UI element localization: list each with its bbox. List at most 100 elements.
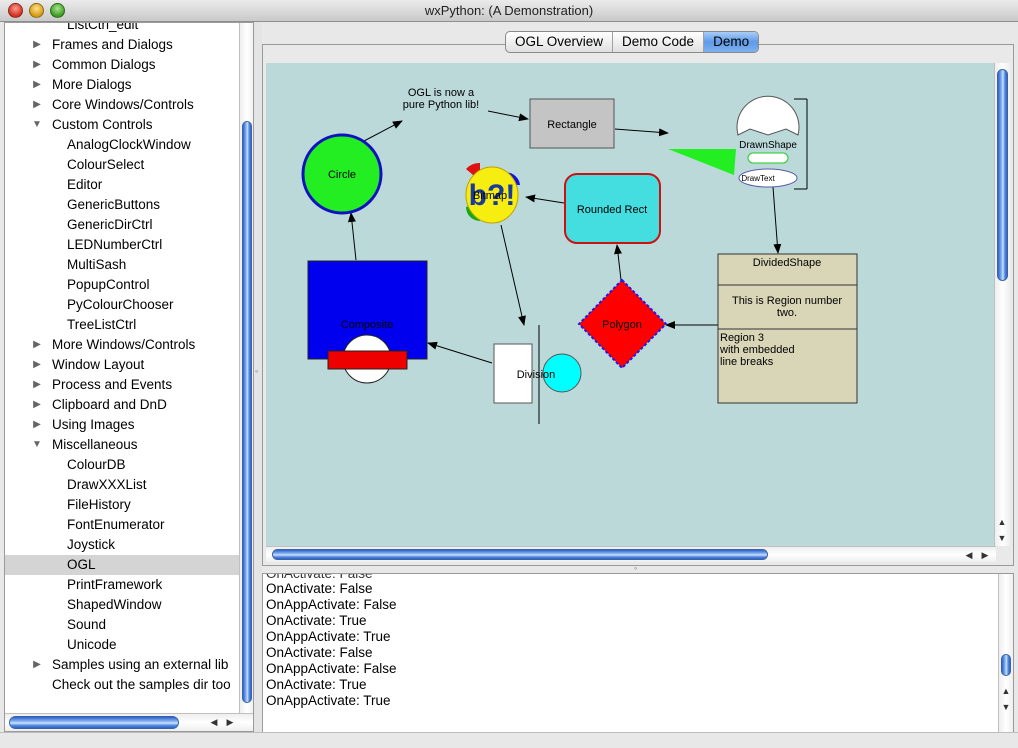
disclosure-right-icon[interactable]: ▶ [31, 95, 43, 115]
log-scroll-up-icon[interactable]: ▲ [999, 684, 1013, 698]
canvas-scroll-up-icon[interactable]: ▲ [995, 515, 1009, 529]
tree-item[interactable]: ▶ Process and Events [5, 375, 239, 395]
tree-item-label: More Dialogs [52, 77, 132, 92]
canvas-vertical-scrollbar[interactable]: ▲ ▼ [994, 63, 1010, 546]
tree-item[interactable]: Sound [5, 615, 239, 635]
tree-item[interactable]: ColourSelect [5, 155, 239, 175]
divided-region3-line2: with embedded [719, 344, 795, 356]
tree-item[interactable]: Joystick [5, 535, 239, 555]
tree-item-label: Unicode [67, 637, 117, 652]
tree-item[interactable]: TreeListCtrl [5, 315, 239, 335]
log-vertical-scroll-thumb[interactable] [1001, 654, 1011, 676]
log-scroll-down-icon[interactable]: ▼ [999, 700, 1013, 714]
disclosure-right-icon[interactable]: ▶ [31, 335, 43, 355]
tree-item[interactable]: MultiSash [5, 255, 239, 275]
status-bar [0, 732, 1018, 748]
tab-demo[interactable]: Demo [704, 32, 759, 52]
tree-item-label: TreeListCtrl [67, 317, 137, 332]
tree-item[interactable]: GenericDirCtrl [5, 215, 239, 235]
tree-item[interactable]: PrintFramework [5, 575, 239, 595]
tree-item-label: ColourSelect [67, 157, 145, 172]
tab-ogl-overview[interactable]: OGL Overview [506, 32, 614, 52]
canvas-scroll-right-icon[interactable]: ▶ [978, 548, 992, 562]
tree-item-label: PyColourChooser [67, 297, 174, 312]
tree-vertical-scrollbar[interactable] [239, 23, 253, 713]
disclosure-right-icon[interactable]: ▶ [31, 395, 43, 415]
composite-label: Composite [341, 319, 394, 331]
bitmap-shape[interactable]: b?! Bitmap [462, 162, 522, 225]
tree-item[interactable]: Editor [5, 175, 239, 195]
disclosure-right-icon[interactable]: ▶ [31, 75, 43, 95]
canvas-scroll-left-icon[interactable]: ◀ [962, 548, 976, 562]
tree-item-label: Custom Controls [52, 117, 153, 132]
ogl-canvas[interactable]: OGL is now a pure Python lib! Rectangle … [266, 63, 996, 546]
tree-item-label: Using Images [52, 417, 135, 432]
divided-region2-line1: This is Region number [732, 295, 842, 307]
tree-item[interactable]: ▶ Samples using an external lib [5, 655, 239, 675]
tree-item[interactable]: ▼ Custom Controls [5, 115, 239, 135]
horizontal-splitter-grip-icon[interactable]: ◦ [634, 563, 637, 573]
disclosure-right-icon[interactable]: ▶ [31, 375, 43, 395]
line-rounded-to-bitmap [525, 194, 565, 204]
tree-item[interactable]: ▶ Window Layout [5, 355, 239, 375]
tree-item[interactable]: LEDNumberCtrl [5, 235, 239, 255]
tree-item[interactable]: ▶ Common Dialogs [5, 55, 239, 75]
tree-item[interactable]: PyColourChooser [5, 295, 239, 315]
drawn-shape[interactable]: DrawnShape DrawText [668, 95, 808, 190]
tree-item[interactable]: ▶ More Windows/Controls [5, 335, 239, 355]
tree-item-label: More Windows/Controls [52, 337, 196, 352]
tree-horizontal-scroll-thumb[interactable] [9, 716, 179, 729]
notebook-tabs: OGL Overview Demo Code Demo [505, 31, 760, 53]
log-vertical-scrollbar[interactable]: ▲ ▼ [998, 574, 1013, 732]
scroll-left-icon[interactable]: ◀ [207, 715, 221, 729]
canvas-scroll-down-icon[interactable]: ▼ [995, 531, 1009, 545]
tree-item-label: ColourDB [67, 457, 126, 472]
ogl-diagram: OGL is now a pure Python lib! Rectangle … [301, 87, 858, 424]
canvas-vertical-scroll-thumb[interactable] [997, 69, 1008, 281]
tree-item[interactable]: ColourDB [5, 455, 239, 475]
disclosure-down-icon[interactable]: ▼ [31, 435, 43, 455]
canvas-horizontal-scroll-thumb[interactable] [272, 549, 768, 560]
tree-item[interactable]: ShapedWindow [5, 595, 239, 615]
canvas-horizontal-scrollbar[interactable]: ◀ ▶ [266, 546, 996, 562]
log-line: OnActivate: True [266, 677, 367, 692]
tree-item[interactable]: ▶ More Dialogs [5, 75, 239, 95]
log-output[interactable]: OnActivate: False OnActivate: False OnApp… [262, 573, 1014, 733]
tree-item[interactable]: ▶ Core Windows/Controls [5, 95, 239, 115]
tree-item[interactable]: FontEnumerator [5, 515, 239, 535]
scroll-right-icon[interactable]: ▶ [223, 715, 237, 729]
tree-item[interactable]: DrawXXXList [5, 475, 239, 495]
tree-item[interactable]: ▶ Frames and Dialogs [5, 35, 239, 55]
disclosure-right-icon[interactable]: ▶ [31, 35, 43, 55]
disclosure-right-icon[interactable]: ▶ [31, 55, 43, 75]
bitmap-label: Bitmap [473, 190, 507, 202]
disclosure-down-icon[interactable]: ▼ [31, 115, 43, 135]
demo-tree[interactable]: ListCtrl_edit ▶ Frames and Dialogs ▶ Common … [4, 22, 254, 732]
tree-item-label: Window Layout [52, 357, 145, 372]
tree-item[interactable]: OGL [5, 555, 239, 575]
disclosure-right-icon[interactable]: ▶ [31, 655, 43, 675]
tree-item[interactable]: ▶ Using Images [5, 415, 239, 435]
composite-shape[interactable]: Composite [307, 260, 428, 384]
tree-item-label: PrintFramework [67, 577, 163, 592]
tree-item[interactable]: GenericButtons [5, 195, 239, 215]
tree-item[interactable]: Unicode [5, 635, 239, 655]
division-shape[interactable]: Division [493, 325, 582, 424]
tree-item[interactable]: ▶ Clipboard and DnD [5, 395, 239, 415]
divided-shape[interactable]: DividedShape This is Region number two. … [717, 253, 858, 404]
tree-item[interactable]: AnalogClockWindow [5, 135, 239, 155]
disclosure-right-icon[interactable]: ▶ [31, 415, 43, 435]
tab-demo-code[interactable]: Demo Code [613, 32, 705, 52]
tree-vertical-scroll-thumb[interactable] [242, 121, 252, 703]
tree-item[interactable]: ▼ Miscellaneous [5, 435, 239, 455]
disclosure-right-icon[interactable]: ▶ [31, 355, 43, 375]
tree-item-label: Core Windows/Controls [52, 97, 194, 112]
tree-item[interactable]: PopupControl [5, 275, 239, 295]
tree-horizontal-scrollbar[interactable]: ◀ ▶ [5, 713, 253, 731]
vertical-splitter[interactable]: ◦ [254, 22, 262, 732]
tree-item-label: GenericButtons [67, 197, 161, 212]
tree-item[interactable]: Check out the samples dir too [5, 675, 239, 695]
tree-item[interactable]: ListCtrl_edit [5, 23, 239, 35]
log-line: OnAppActivate: False [266, 661, 397, 676]
tree-item[interactable]: FileHistory [5, 495, 239, 515]
